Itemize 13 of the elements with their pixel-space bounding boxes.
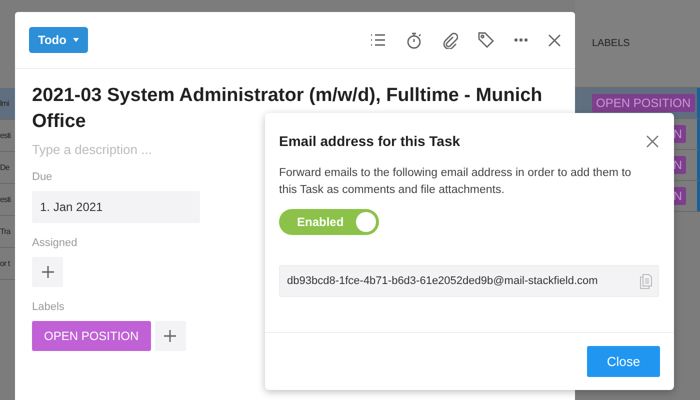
table-cell: esti: [0, 195, 10, 204]
field-label: Labels: [32, 301, 64, 313]
task-title: 2021-03 System Administrator (m/w/d), Fulltime - Munich Office: [32, 84, 544, 134]
table-cell: or t: [0, 259, 10, 268]
table-cell: De: [0, 163, 10, 172]
table-cell: Tra: [0, 227, 10, 236]
label-tag: OPEN POSITION: [592, 94, 695, 112]
field-label: Assigned: [32, 237, 78, 249]
dialog-description: Forward emails to the following email address in order to add them to this Task as comments and file attachments.: [279, 166, 632, 198]
table-cell: lmi: [0, 99, 9, 108]
column-header: LABELS: [592, 38, 630, 49]
table-cell: esti: [0, 131, 10, 140]
field-label: Due: [32, 171, 52, 183]
